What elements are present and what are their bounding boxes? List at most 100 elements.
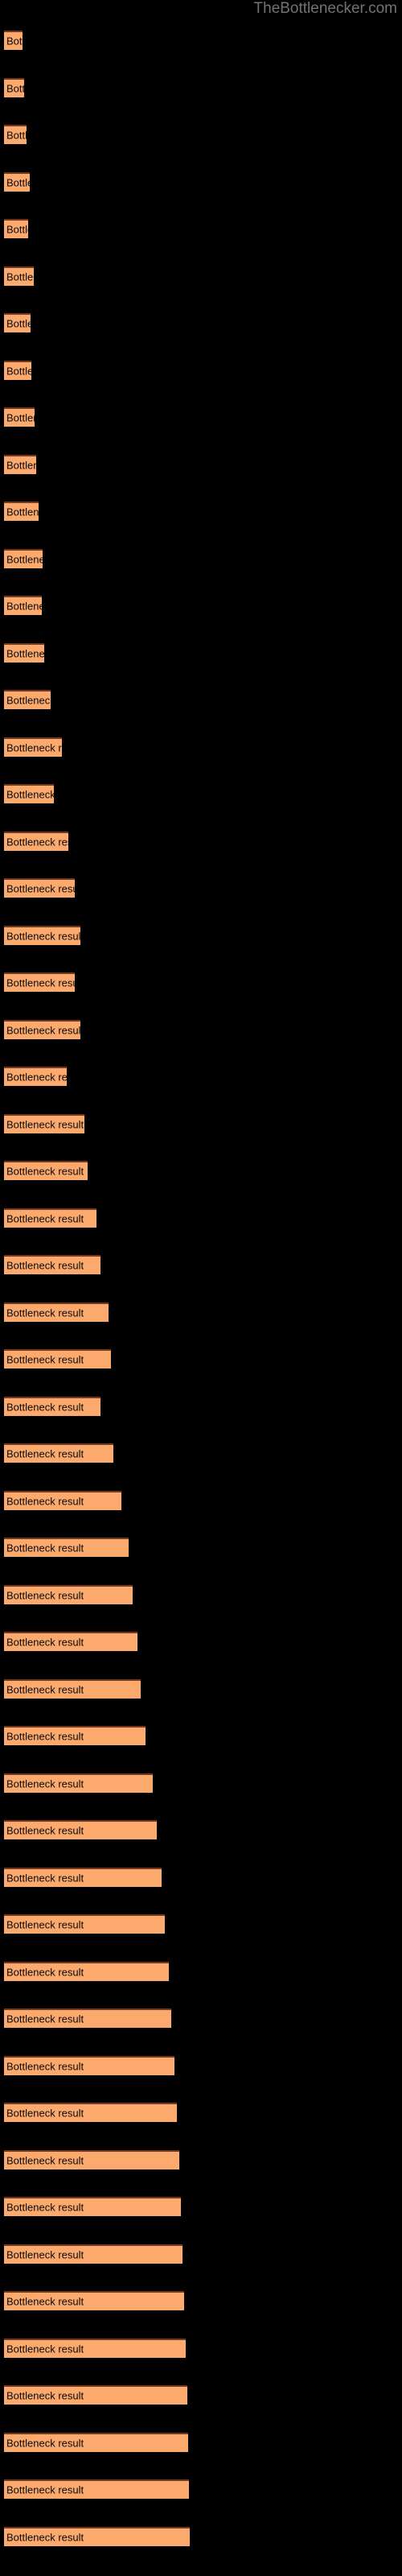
bar-label: Bottleneck result: [6, 976, 75, 989]
bar: Bottleneck result: [4, 266, 34, 286]
bar: Bottleneck result: [4, 2479, 189, 2499]
bar: Bottleneck result: [4, 1019, 80, 1039]
bar-label: Bottleneck result: [6, 2060, 84, 2072]
bar: Bottleneck result: [4, 831, 68, 851]
bar: Bottleneck result: [4, 1443, 113, 1463]
bar-label: Bottleneck result: [6, 82, 24, 94]
bar: Bottleneck result: [4, 2385, 187, 2405]
bar: Bottleneck result: [4, 1726, 146, 1745]
bar-label: Bottleneck result: [6, 1165, 84, 1178]
bar-label: Bottleneck result: [6, 1636, 84, 1649]
bar-label: Bottleneck result: [6, 1495, 84, 1507]
bar-label: Bottleneck result: [6, 2437, 84, 2449]
bar: Bottleneck result: [4, 1490, 121, 1510]
bar-label: Bottleneck result: [6, 1918, 84, 1931]
bar: Bottleneck result: [4, 360, 31, 380]
bar: Bottleneck result: [4, 1113, 84, 1133]
bar-label: Bottleneck result: [6, 365, 31, 377]
bar-label: Bottleneck result: [6, 129, 27, 142]
bar-label: Bottleneck result: [6, 1824, 84, 1837]
bar: Bottleneck result: [4, 1396, 100, 1416]
bar: Bottleneck result: [4, 737, 62, 757]
bar-label: Bottleneck result: [6, 317, 31, 330]
bar: Bottleneck result: [4, 1820, 157, 1839]
bar-label: Bottleneck result: [6, 2389, 84, 2402]
bar: Bottleneck result: [4, 1867, 162, 1887]
bar-label: Bottleneck result: [6, 1542, 84, 1554]
bar: Bottleneck result: [4, 690, 51, 709]
bar: Bottleneck result: [4, 454, 36, 474]
bar: Bottleneck result: [4, 125, 27, 144]
bar: Bottleneck result: [4, 1961, 169, 1981]
bar-label: Bottleneck result: [6, 1259, 84, 1272]
bar: Bottleneck result: [4, 2432, 188, 2452]
bar: Bottleneck result: [4, 2244, 183, 2264]
bar: Bottleneck result: [4, 219, 28, 238]
bar-label: Bottleneck result: [6, 1589, 84, 1601]
bar: Bottleneck result: [4, 1067, 67, 1086]
bar: Bottleneck result: [4, 1302, 109, 1322]
bar-label: Bottleneck result: [6, 2201, 84, 2214]
bar-label: Bottleneck result: [6, 1212, 84, 1224]
bar-label: Bottleneck result: [6, 1683, 84, 1695]
bar-label: Bottleneck result: [6, 1071, 67, 1084]
bar: Bottleneck result: [4, 77, 24, 97]
bar-label: Bottleneck result: [6, 1730, 84, 1743]
bar: Bottleneck result: [4, 313, 31, 332]
bar: Bottleneck result: [4, 1773, 153, 1793]
bar-label: Bottleneck result: [6, 1401, 84, 1413]
bar: Bottleneck result: [4, 1584, 133, 1604]
bar-label: Bottleneck result: [6, 223, 28, 236]
bar-label: Bottleneck result: [6, 1353, 84, 1366]
bar-label: Bottleneck result: [6, 176, 30, 188]
bar: Bottleneck result: [4, 407, 35, 427]
bar: Bottleneck result: [4, 1255, 100, 1274]
bar-label: Bottleneck result: [6, 600, 42, 613]
bar-label: Bottleneck result: [6, 35, 23, 47]
bar-label: Bottleneck result: [6, 411, 35, 424]
bars-container: Bottleneck result Bottleneck result Bottle…: [0, 0, 402, 2576]
bar-label: Bottleneck result: [6, 2483, 84, 2496]
bar: Bottleneck result: [4, 2338, 186, 2358]
bar-label: Bottleneck result: [6, 506, 39, 518]
bar-label: Bottleneck result: [6, 1118, 84, 1130]
bar-label: Bottleneck result: [6, 2343, 84, 2355]
bar-label: Bottleneck result: [6, 2248, 84, 2260]
bar: Bottleneck result: [4, 596, 42, 615]
bar-label: Bottleneck result: [6, 1447, 84, 1460]
bar: Bottleneck result: [4, 1632, 137, 1651]
bar: Bottleneck result: [4, 642, 44, 663]
bar-label: Bottleneck result: [6, 2107, 84, 2120]
bar: Bottleneck result: [4, 502, 39, 521]
bar: Bottleneck result: [4, 1914, 165, 1934]
bar-label: Bottleneck result: [6, 1307, 84, 1319]
bar-label: Bottleneck result: [6, 270, 34, 283]
bar: Bottleneck result: [4, 1161, 88, 1180]
bar: Bottleneck result: [4, 2103, 177, 2122]
bar-label: Bottleneck result: [6, 930, 80, 942]
bar: Bottleneck result: [4, 1349, 111, 1368]
bar: Bottleneck result: [4, 784, 54, 803]
bar: Bottleneck result: [4, 2055, 174, 2075]
bar: Bottleneck result: [4, 878, 75, 898]
bar-label: Bottleneck result: [6, 1777, 84, 1790]
bottleneck-bar-chart: TheBottlenecker.com Bottleneck resultBot…: [0, 0, 402, 2576]
bar: Bottleneck result: [4, 2008, 171, 2028]
bar-label: Bottleneck result: [6, 741, 62, 753]
bar: Bottleneck result: [4, 31, 23, 50]
bar: Bottleneck result: [4, 171, 30, 192]
bar-label: Bottleneck result: [6, 2531, 84, 2543]
bar: Bottleneck result: [4, 2526, 190, 2546]
bar-label: Bottleneck result: [6, 2154, 84, 2166]
bar: Bottleneck result: [4, 925, 80, 945]
bar-label: Bottleneck result: [6, 1966, 84, 1978]
bar-label: Bottleneck result: [6, 1024, 80, 1036]
bar-label: Bottleneck result: [6, 459, 36, 471]
bar: Bottleneck result: [4, 2149, 179, 2169]
bar: Bottleneck result: [4, 2291, 184, 2310]
bar: Bottleneck result: [4, 972, 75, 992]
bar: Bottleneck result: [4, 548, 43, 568]
bar: Bottleneck result: [4, 1678, 141, 1699]
bar-label: Bottleneck result: [6, 1872, 84, 1884]
bar-label: Bottleneck result: [6, 2013, 84, 2025]
